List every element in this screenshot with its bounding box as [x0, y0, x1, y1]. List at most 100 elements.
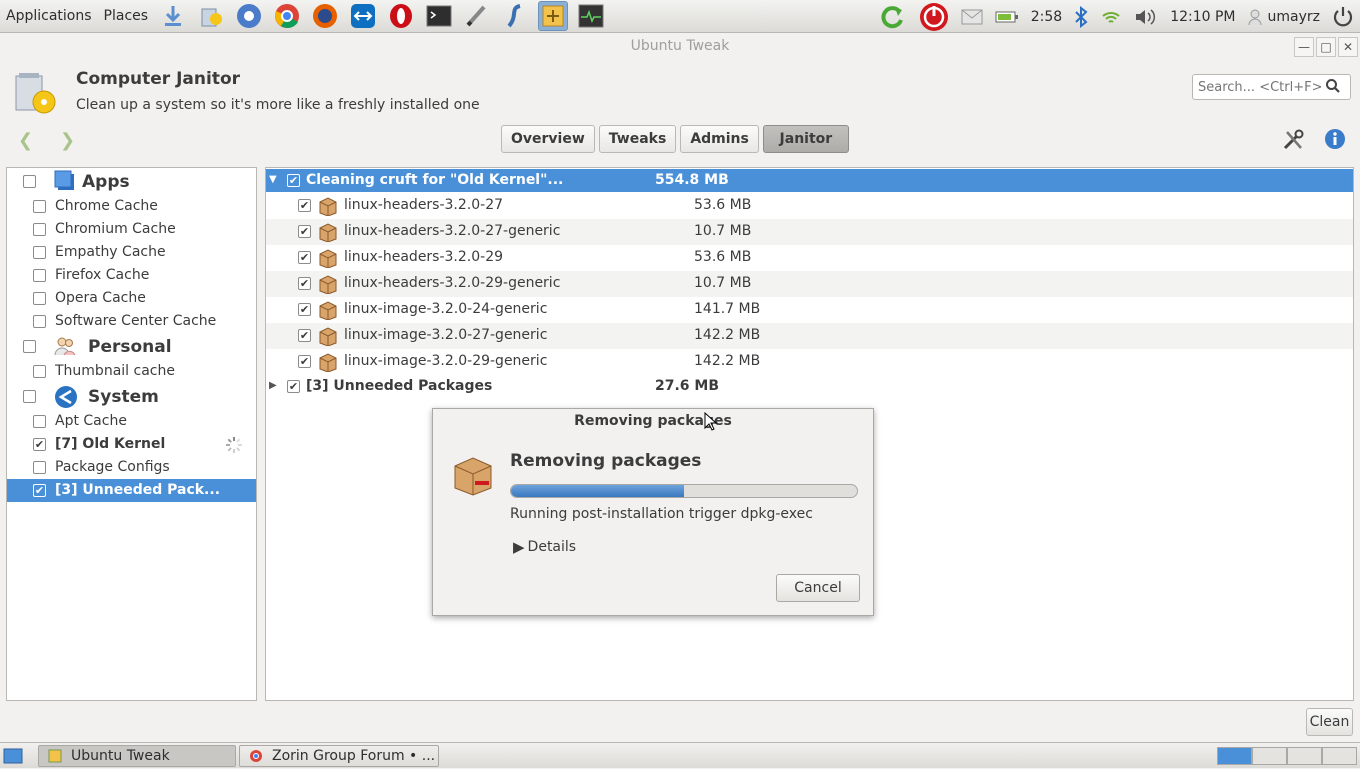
sidebar-item-opera-cache[interactable]: Opera Cache — [7, 287, 256, 310]
row-checkbox[interactable] — [298, 251, 311, 264]
bluetooth-icon[interactable] — [1074, 5, 1088, 28]
sidebar-item-chrome-cache[interactable]: Chrome Cache — [7, 195, 256, 218]
forward-arrow-icon[interactable]: ❯ — [60, 130, 75, 151]
user-name[interactable]: umayrz — [1268, 9, 1320, 25]
applications-menu[interactable]: Applications — [0, 8, 98, 24]
sidebar-item-package-configs[interactable]: Package Configs — [7, 456, 256, 479]
table-row[interactable]: linux-headers-3.2.0-27 53.6 MB — [266, 193, 1353, 219]
system-monitor-icon[interactable] — [576, 1, 606, 31]
info-icon[interactable] — [1324, 128, 1346, 154]
category-checkbox-system[interactable] — [23, 390, 36, 403]
clock[interactable]: 12:10 PM — [1170, 9, 1235, 25]
workspace-4[interactable] — [1322, 747, 1357, 765]
sidebar-item-chromium-cache[interactable]: Chromium Cache — [7, 218, 256, 241]
close-button[interactable]: ✕ — [1338, 37, 1358, 57]
item-checkbox[interactable] — [33, 292, 46, 305]
sidebar-item-apt-cache[interactable]: Apt Cache — [7, 410, 256, 433]
cancel-button[interactable]: Cancel — [776, 574, 860, 602]
collapse-arrow-icon[interactable]: ▼ — [269, 174, 277, 185]
sidebar-item-empathy-cache[interactable]: Empathy Cache — [7, 241, 256, 264]
preferences-tools-icon[interactable] — [1282, 129, 1304, 155]
file-manager-icon[interactable] — [196, 1, 226, 31]
group-checkbox[interactable] — [287, 174, 300, 187]
table-row[interactable]: linux-image-3.2.0-27-generic 142.2 MB — [266, 323, 1353, 349]
firefox-icon[interactable] — [310, 1, 340, 31]
table-row[interactable]: linux-headers-3.2.0-29-generic 10.7 MB — [266, 271, 1353, 297]
tab-overview[interactable]: Overview — [501, 125, 595, 153]
row-checkbox[interactable] — [298, 277, 311, 290]
item-checkbox[interactable] — [33, 461, 46, 474]
search-icon[interactable] — [1326, 79, 1340, 97]
category-apps[interactable]: Apps — [7, 169, 256, 194]
download-icon[interactable] — [158, 1, 188, 31]
clean-button[interactable]: Clean — [1306, 708, 1353, 736]
ubuntu-tweak-icon[interactable] — [538, 1, 569, 31]
item-checkbox[interactable] — [33, 223, 46, 236]
item-checkbox[interactable] — [33, 415, 46, 428]
maximize-button[interactable]: □ — [1316, 37, 1336, 57]
group-row-old-kernel[interactable]: ▼ Cleaning cruft for "Old Kernel"... 554… — [266, 169, 1353, 192]
item-checkbox[interactable] — [33, 246, 46, 259]
group-row-unneeded-packages[interactable]: ▶ [3] Unneeded Packages 27.6 MB — [266, 375, 1353, 398]
text-editor-icon[interactable] — [462, 1, 492, 31]
tab-janitor[interactable]: Janitor — [762, 125, 849, 153]
sidebar-item-software-center-cache[interactable]: Software Center Cache — [7, 310, 256, 333]
workspace-2[interactable] — [1252, 747, 1287, 765]
item-checkbox[interactable] — [33, 438, 46, 451]
category-system[interactable]: System — [7, 384, 256, 409]
wifi-icon[interactable] — [1100, 8, 1122, 26]
show-desktop-icon[interactable] — [3, 747, 23, 769]
teamviewer-icon[interactable] — [348, 1, 378, 31]
row-checkbox[interactable] — [298, 225, 311, 238]
app-launcher-icon[interactable] — [500, 1, 530, 31]
window-titlebar[interactable]: Ubuntu Tweak — □ ✕ — [0, 33, 1360, 60]
feature-title: Computer Janitor — [76, 69, 241, 89]
tab-tweaks[interactable]: Tweaks — [598, 125, 677, 153]
item-checkbox[interactable] — [33, 200, 46, 213]
category-checkbox-apps[interactable] — [23, 175, 36, 188]
mail-icon[interactable] — [961, 9, 983, 25]
minimize-button[interactable]: — — [1294, 37, 1314, 57]
item-checkbox[interactable] — [33, 484, 46, 497]
table-row[interactable]: linux-headers-3.2.0-29 53.6 MB — [266, 245, 1353, 271]
category-checkbox-personal[interactable] — [23, 340, 36, 353]
group-checkbox[interactable] — [287, 380, 300, 393]
item-checkbox[interactable] — [33, 365, 46, 378]
chromium-icon[interactable] — [234, 1, 264, 31]
category-personal[interactable]: Personal — [7, 334, 256, 359]
battery-icon[interactable] — [995, 10, 1019, 24]
row-checkbox[interactable] — [298, 303, 311, 316]
expand-arrow-icon[interactable]: ▶ — [269, 380, 277, 391]
battery-time[interactable]: 2:58 — [1031, 9, 1062, 25]
places-menu[interactable]: Places — [98, 8, 155, 24]
sidebar-item-unneeded-packages[interactable]: [3] Unneeded Pack... — [7, 479, 256, 502]
details-expander[interactable]: ▶ Details — [513, 538, 576, 556]
sidebar-item-thumbnail-cache[interactable]: Thumbnail cache — [7, 360, 256, 383]
shutdown-icon[interactable] — [1332, 6, 1354, 28]
back-arrow-icon[interactable]: ❮ — [18, 130, 33, 151]
row-checkbox[interactable] — [298, 355, 311, 368]
terminal-icon[interactable] — [424, 1, 454, 31]
update-icon[interactable] — [877, 4, 907, 30]
table-row[interactable]: linux-image-3.2.0-29-generic 142.2 MB — [266, 349, 1353, 375]
taskbar-zorin-forum[interactable]: Zorin Group Forum • ... — [239, 745, 439, 767]
tab-admins[interactable]: Admins — [680, 125, 759, 153]
removing-packages-dialog: Removing packages Removing packages Runn… — [432, 408, 874, 616]
item-checkbox[interactable] — [33, 269, 46, 282]
chrome-icon[interactable] — [272, 1, 302, 31]
sidebar-item-old-kernel[interactable]: [7] Old Kernel — [7, 433, 256, 456]
table-row[interactable]: linux-headers-3.2.0-27-generic 10.7 MB — [266, 219, 1353, 245]
workspace-3[interactable] — [1287, 747, 1322, 765]
volume-icon[interactable] — [1134, 7, 1158, 27]
item-checkbox[interactable] — [33, 315, 46, 328]
row-checkbox[interactable] — [298, 199, 311, 212]
sidebar-item-firefox-cache[interactable]: Firefox Cache — [7, 264, 256, 287]
taskbar-ubuntu-tweak[interactable]: Ubuntu Tweak — [38, 745, 236, 767]
feature-description: Clean up a system so it's more like a fr… — [76, 97, 480, 113]
workspace-1[interactable] — [1217, 747, 1252, 765]
power-off-indicator-icon[interactable] — [919, 2, 949, 32]
package-icon — [318, 300, 338, 324]
table-row[interactable]: linux-image-3.2.0-24-generic 141.7 MB — [266, 297, 1353, 323]
opera-icon[interactable] — [386, 1, 416, 31]
row-checkbox[interactable] — [298, 329, 311, 342]
